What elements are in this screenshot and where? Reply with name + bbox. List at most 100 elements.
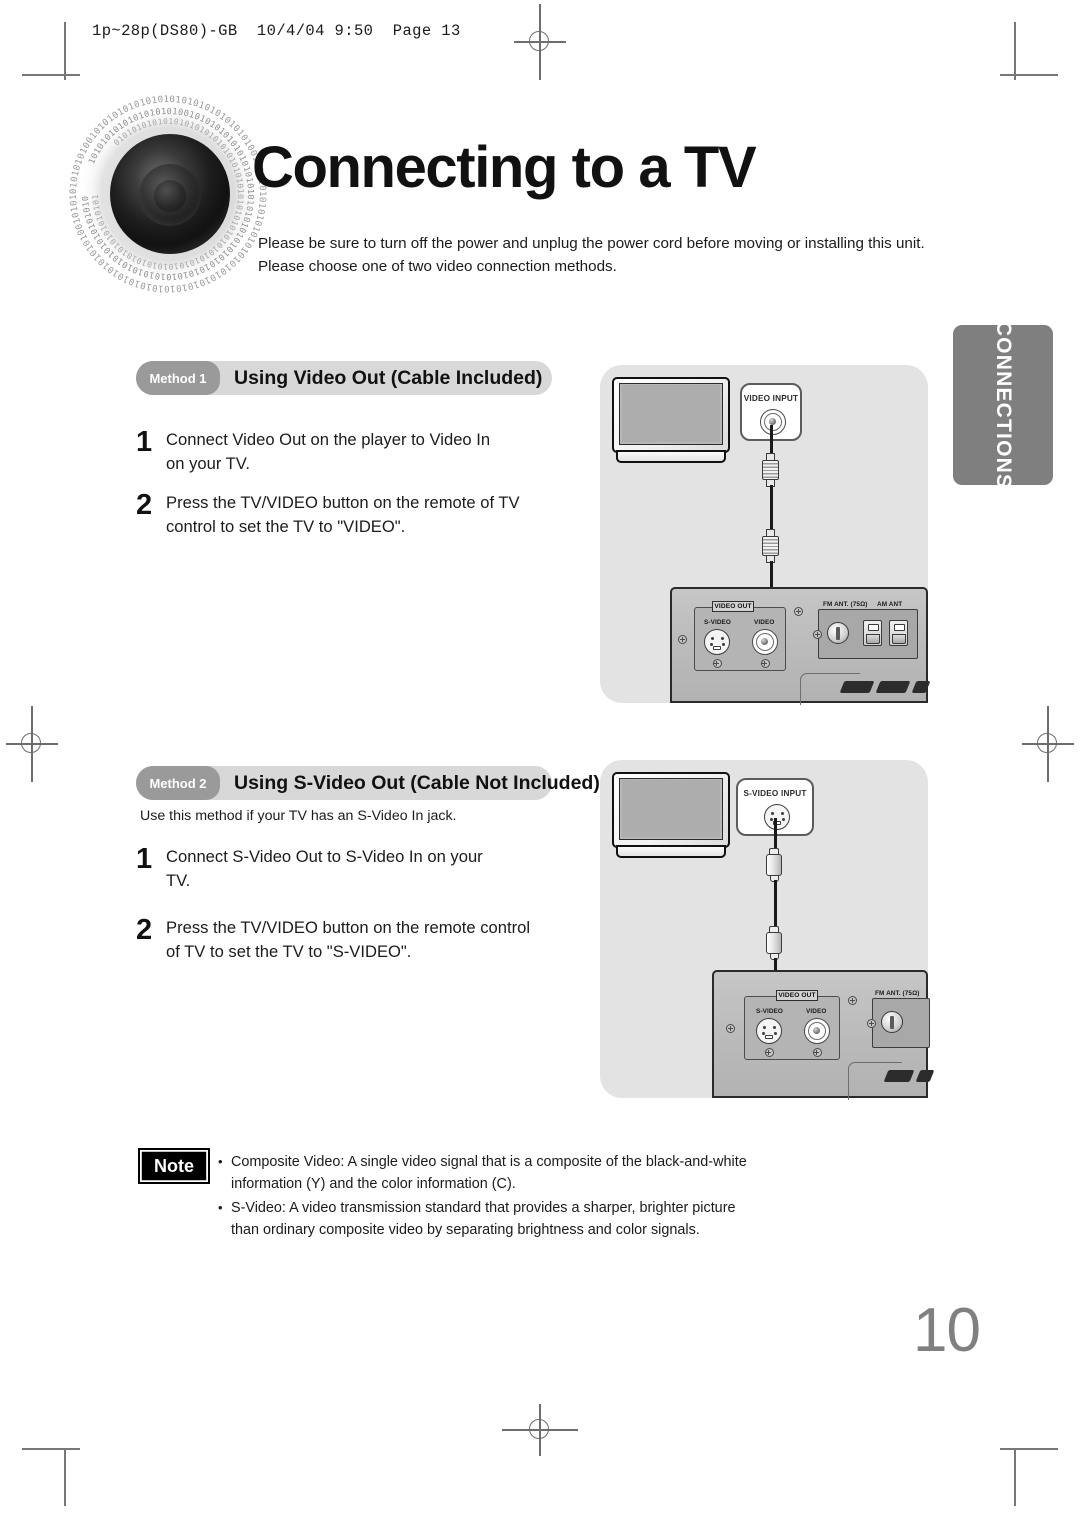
rear-vent-2: [915, 1070, 935, 1082]
print-header-text: 1p~28p(DS80)-GB 10/4/04 9:50 Page 13: [92, 22, 461, 40]
am-antenna-terminal-2: [889, 620, 908, 646]
crop-mark-top-left-horizontal: [22, 74, 80, 76]
rear-svideo-jack: [704, 629, 730, 655]
rear-video-jack: [804, 1018, 830, 1044]
antenna-block-screw: [867, 1019, 876, 1028]
tv-illustration-method-2: [612, 772, 730, 860]
page-title: Connecting to a TV: [252, 135, 757, 200]
antenna-terminal-block: FM ANT. (75Ω): [867, 990, 930, 1048]
tv-screen: [622, 780, 720, 837]
crop-mark-bottom-right-horizontal: [1000, 1448, 1058, 1450]
registration-mark-right-center: [1022, 706, 1074, 782]
method-1-step-2-number: 2: [136, 489, 153, 521]
rear-svideo-jack: [756, 1018, 782, 1044]
tv-screen: [622, 385, 720, 442]
fm-ant-label: FM ANT. (75Ω): [823, 601, 868, 608]
method-1-step-1: 1 Connect Video Out on the player to Vid…: [136, 428, 566, 477]
video-out-label: VIDEO OUT: [778, 992, 816, 999]
rear-video-label: VIDEO: [754, 619, 775, 626]
note-item: S-Video: A video transmission standard t…: [218, 1198, 778, 1242]
registration-mark-bottom-center: [502, 1404, 578, 1456]
speaker-disc-graphic: 0101010100101010101010101010101010101010…: [68, 94, 268, 294]
fm-ant-label: FM ANT. (75Ω): [875, 990, 920, 997]
method-1-badge: Method 1: [136, 361, 220, 395]
rca-connector-top: [762, 453, 779, 487]
section-tab-connections: CONNECTIONS: [953, 321, 1053, 489]
rca-connector-bottom: [762, 529, 779, 563]
svideo-cable-middle: [773, 880, 777, 930]
method-2-title: Using S-Video Out (Cable Not Included): [234, 771, 600, 794]
rear-video-label: VIDEO: [806, 1008, 827, 1015]
rear-video-jack: [752, 629, 778, 655]
am-ant-label: AM ANT: [877, 601, 903, 608]
video-input-rca-jack: [760, 409, 786, 435]
tv-illustration-method-1: [612, 377, 730, 465]
crop-mark-top-right-horizontal: [1000, 74, 1058, 76]
note-item: Composite Video: A single video signal t…: [218, 1152, 778, 1196]
rear-screw-svideo: [764, 1048, 774, 1057]
antenna-terminal-block: FM ANT. (75Ω) AM ANT: [813, 601, 918, 659]
rear-screw-svideo: [712, 659, 722, 668]
video-out-label: VIDEO OUT: [714, 603, 752, 610]
registration-mark-top-center: [514, 4, 566, 80]
crop-mark-top-right-vertical: [1014, 22, 1016, 80]
rear-screw-center: [848, 996, 857, 1005]
rear-screw-left: [726, 1024, 735, 1033]
method-2-step-1-number: 1: [136, 843, 153, 875]
rear-vent-3: [911, 681, 931, 693]
method-1-step-1-text: Connect Video Out on the player to Video…: [166, 430, 491, 474]
crop-mark-bottom-left-vertical: [64, 1448, 66, 1506]
method-1-step-2: 2 Press the TV/VIDEO button on the remot…: [136, 491, 586, 540]
method-2-step-2-number: 2: [136, 914, 153, 946]
fm-antenna-coax-jack: [881, 1011, 903, 1033]
method-1-title: Using Video Out (Cable Included): [234, 366, 543, 389]
tv-stand: [616, 845, 726, 858]
rear-screw-left: [678, 635, 687, 644]
rear-svideo-label: S-VIDEO: [704, 619, 731, 626]
antenna-block-screw: [813, 630, 822, 639]
method-1-step-2-text: Press the TV/VIDEO button on the remote …: [166, 493, 520, 537]
rear-screw-video: [760, 659, 770, 668]
method-2-step-2: 2 Press the TV/VIDEO button on the remot…: [136, 916, 596, 965]
section-tab-label: CONNECTIONS: [992, 320, 1015, 490]
composite-cable-middle: [769, 485, 773, 533]
tv-stand: [616, 450, 726, 463]
page-number: 10: [913, 1296, 981, 1365]
method-1-diagram: VIDEO INPUT VIDEO OUT S-VIDEO VIDEO FM A…: [600, 365, 931, 705]
method-2-step-1-text: Connect S-Video Out to S-Video In on you…: [166, 847, 483, 891]
svideo-input-jack: [764, 804, 790, 830]
fm-antenna-coax-jack: [827, 622, 849, 644]
rear-vent-1: [839, 681, 875, 693]
note-badge: Note: [138, 1148, 210, 1184]
method-2-badge: Method 2: [136, 766, 220, 800]
method-2-header: Method 2 Using S-Video Out (Cable Not In…: [136, 766, 600, 800]
crop-mark-top-left-vertical: [64, 22, 66, 80]
registration-mark-left-center: [6, 706, 58, 782]
rear-vent-1: [883, 1070, 915, 1082]
svideo-connector-top: [766, 848, 782, 882]
speaker-dome: [154, 180, 186, 212]
am-antenna-terminal-1: [863, 620, 882, 646]
rear-vent-2: [875, 681, 911, 693]
player-rear-panel-method-2: VIDEO OUT S-VIDEO VIDEO FM ANT. (75Ω): [712, 970, 935, 1100]
note-list: Composite Video: A single video signal t…: [218, 1152, 778, 1242]
method-2-step-2-text: Press the TV/VIDEO button on the remote …: [166, 918, 531, 962]
title-block: 0101010100101010101010101010101010101010…: [60, 92, 960, 307]
method-2-diagram: S-VIDEO INPUT VIDEO OUT S-VIDEO VIDEO FM…: [600, 760, 935, 1100]
rear-screw-center: [794, 607, 803, 616]
method-1-step-1-number: 1: [136, 426, 153, 458]
crop-mark-bottom-right-vertical: [1014, 1448, 1016, 1506]
svideo-connector-bottom: [766, 926, 782, 960]
method-2-subnote: Use this method if your TV has an S-Vide…: [140, 808, 457, 824]
method-1-header: Method 1 Using Video Out (Cable Included…: [136, 361, 552, 395]
rear-svideo-label: S-VIDEO: [756, 1008, 783, 1015]
rear-screw-video: [812, 1048, 822, 1057]
player-rear-panel-method-1: VIDEO OUT S-VIDEO VIDEO FM ANT. (75Ω) AM…: [670, 587, 931, 705]
method-2-step-1: 1 Connect S-Video Out to S-Video In on y…: [136, 845, 566, 894]
video-input-label: VIDEO INPUT: [743, 394, 799, 403]
intro-line-2: Please choose one of two video connectio…: [258, 258, 617, 275]
intro-line-1: Please be sure to turn off the power and…: [258, 235, 925, 252]
svideo-input-label: S-VIDEO INPUT: [743, 789, 807, 798]
speaker-cone: [110, 134, 230, 254]
video-out-label-box: VIDEO OUT: [712, 601, 754, 612]
